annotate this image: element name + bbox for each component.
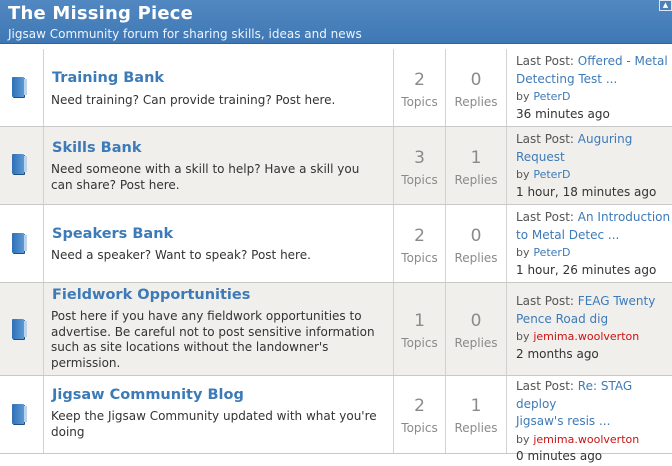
category-subtitle: Jigsaw Community forum for sharing skill…: [8, 27, 362, 41]
replies-label: Replies: [454, 95, 498, 109]
forum-row-skills-bank: Skills Bank Need someone with a skill to…: [0, 127, 672, 205]
forum-title-link[interactable]: Training Bank: [52, 70, 164, 86]
replies-count-cell: 1 Replies: [446, 127, 507, 204]
forum-folder-icon: [12, 233, 27, 253]
forum-title-link[interactable]: Speakers Bank: [52, 226, 173, 242]
forum-row-speakers-bank: Speakers Bank Need a speaker? Want to sp…: [0, 205, 672, 283]
author-link[interactable]: jemima.woolverton: [533, 433, 639, 446]
forum-info: Skills Bank Need someone with a skill to…: [44, 127, 394, 204]
topics-count-cell: 2 Topics: [394, 376, 446, 453]
last-post-cell: Last Post: Offered - Metal Detecting Tes…: [507, 49, 672, 126]
replies-count: 0: [470, 70, 482, 90]
by-label: by: [516, 246, 530, 259]
post-time: 1 hour, 26 minutes ago: [516, 262, 657, 277]
topics-count-cell: 2 Topics: [394, 205, 446, 282]
author-link[interactable]: jemima.woolverton: [533, 330, 639, 343]
author-link[interactable]: PeterD: [533, 90, 570, 103]
last-post-link[interactable]: Auguring: [578, 132, 633, 146]
forum-description: Keep the Jigsaw Community updated with w…: [51, 409, 377, 439]
forum-info: Training Bank Need training? Can provide…: [44, 49, 394, 126]
last-post-cell: Last Post: Re: STAG deploy Jigsaw's resi…: [507, 376, 672, 463]
forum-title-link[interactable]: Jigsaw Community Blog: [52, 387, 244, 403]
topics-count: 2: [414, 396, 425, 416]
forum-title-link[interactable]: Skills Bank: [52, 140, 141, 156]
forum-icon-cell: [0, 49, 44, 126]
last-post-cell: Last Post: FEAG Twenty Pence Road dig by…: [507, 283, 672, 375]
post-time: 36 minutes ago: [516, 106, 610, 121]
forum-icon-cell: [0, 205, 44, 282]
topics-count: 2: [414, 70, 425, 90]
forum-description: Post here if you have any fieldwork oppo…: [51, 309, 375, 370]
forum-description: Need training? Can provide training? Pos…: [51, 93, 336, 107]
forum-title-link[interactable]: Fieldwork Opportunities: [52, 287, 250, 303]
forum-description: Need a speaker? Want to speak? Post here…: [51, 248, 311, 262]
replies-count-cell: 1 Replies: [446, 376, 507, 453]
topics-label: Topics: [401, 173, 438, 187]
post-time: 0 minutes ago: [516, 449, 603, 463]
forum-folder-icon: [12, 154, 27, 174]
last-post-label: Last Post:: [516, 294, 574, 308]
forum-row-training-bank: Training Bank Need training? Can provide…: [0, 49, 672, 127]
collapse-icon[interactable]: ▲: [659, 0, 672, 11]
replies-count-cell: 0 Replies: [446, 205, 507, 282]
by-label: by: [516, 168, 530, 181]
replies-count: 1: [470, 148, 482, 168]
last-post-link-cont[interactable]: Request: [516, 149, 672, 167]
last-post-label: Last Post:: [516, 210, 574, 224]
forum-info: Jigsaw Community Blog Keep the Jigsaw Co…: [44, 376, 394, 453]
author-link[interactable]: PeterD: [533, 246, 570, 259]
topics-label: Topics: [401, 251, 438, 265]
by-label: by: [516, 330, 530, 343]
topics-count-cell: 3 Topics: [394, 127, 446, 204]
topics-label: Topics: [401, 421, 438, 435]
category-title[interactable]: The Missing Piece: [8, 3, 193, 24]
forum-folder-icon: [12, 404, 27, 424]
last-post-label: Last Post:: [516, 132, 574, 146]
by-label: by: [516, 90, 530, 103]
replies-count-cell: 0 Replies: [446, 283, 507, 375]
forum-info: Fieldwork Opportunities Post here if you…: [44, 283, 394, 375]
replies-label: Replies: [454, 251, 498, 265]
replies-count-cell: 0 Replies: [446, 49, 507, 126]
last-post-cell: Last Post: An Introduction to Metal Dete…: [507, 205, 672, 282]
replies-label: Replies: [454, 421, 498, 435]
replies-label: Replies: [454, 173, 498, 187]
author-link[interactable]: PeterD: [533, 168, 570, 181]
post-time: 2 months ago: [516, 346, 599, 361]
forum-icon-cell: [0, 127, 44, 204]
replies-label: Replies: [454, 336, 498, 350]
last-post-link[interactable]: An Introduction: [578, 210, 670, 224]
topics-label: Topics: [401, 336, 438, 350]
forum-row-jigsaw-community-blog: Jigsaw Community Blog Keep the Jigsaw Co…: [0, 376, 672, 463]
forum-folder-icon: [12, 319, 27, 339]
last-post-link[interactable]: FEAG Twenty: [578, 294, 656, 308]
forum-info: Speakers Bank Need a speaker? Want to sp…: [44, 205, 394, 282]
by-label: by: [516, 432, 530, 446]
forum-category-header: The Missing Piece Jigsaw Community forum…: [0, 0, 672, 44]
last-post-label: Last Post:: [516, 379, 574, 393]
last-post-link-cont[interactable]: Jigsaw's resis ...: [516, 413, 672, 431]
forum-description: Need someone with a skill to help? Have …: [51, 162, 360, 192]
post-time: 1 hour, 18 minutes ago: [516, 184, 657, 199]
replies-count: 0: [470, 311, 482, 331]
last-post-label: Last Post:: [516, 54, 574, 68]
last-post-link-cont[interactable]: to Metal Detec ...: [516, 227, 672, 245]
topics-count-cell: 1 Topics: [394, 283, 446, 375]
forum-folder-icon: [12, 77, 27, 97]
forum-icon-cell: [0, 376, 44, 453]
topics-count-cell: 2 Topics: [394, 49, 446, 126]
topics-count: 2: [414, 226, 425, 246]
topics-count: 3: [414, 148, 425, 168]
last-post-link[interactable]: Offered - Metal: [578, 54, 668, 68]
forum-row-fieldwork-opportunities: Fieldwork Opportunities Post here if you…: [0, 283, 672, 376]
last-post-link-cont[interactable]: Detecting Test ...: [516, 71, 672, 89]
replies-count: 1: [470, 396, 482, 416]
topics-count: 1: [414, 311, 425, 331]
last-post-cell: Last Post: Auguring Request by PeterD 1 …: [507, 127, 672, 204]
forum-icon-cell: [0, 283, 44, 375]
topics-label: Topics: [401, 95, 438, 109]
replies-count: 0: [470, 226, 482, 246]
last-post-link-cont[interactable]: Pence Road dig: [516, 311, 672, 329]
